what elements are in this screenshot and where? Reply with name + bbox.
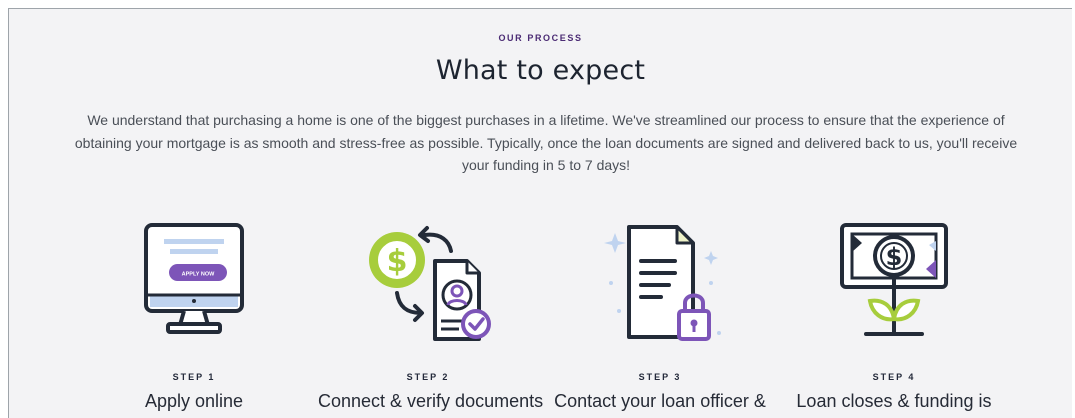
section-intro: We understand that purchasing a home is … [74,112,1018,173]
computer-apply-icon: APPLY NOW [144,223,244,334]
svg-text:$: $ [387,244,408,279]
svg-text:$: $ [886,243,903,271]
section-eyebrow: OUR PROCESS [498,33,583,43]
step-label: Loan closes & funding is [796,391,992,411]
step-label: Contact your loan officer & [554,391,766,411]
verify-documents-icon: $ [369,226,491,341]
section-title: What to expect [435,55,646,86]
step-number: STEP 3 [638,372,682,382]
step-3: STEP 3 Contact your loan officer & [550,221,770,412]
step-number: STEP 2 [406,372,450,382]
step-2: $ STEP 2 Connect & verify documents [318,221,544,412]
step-number: STEP 4 [872,372,916,382]
step-4: $ STEP 4 Loan closes & funding is [784,221,1004,412]
step-label: Apply online [144,391,244,411]
step-1: APPLY NOW STEP 1 Apply online [84,221,304,412]
secure-document-icon [604,225,721,341]
apply-now-button-text: APPLY NOW [182,272,216,278]
step-number: STEP 1 [172,372,216,382]
money-growth-icon: $ [840,223,948,336]
process-section: OUR PROCESS What to expect We understand… [8,8,1072,418]
step-label: Connect & verify documents [318,391,544,411]
